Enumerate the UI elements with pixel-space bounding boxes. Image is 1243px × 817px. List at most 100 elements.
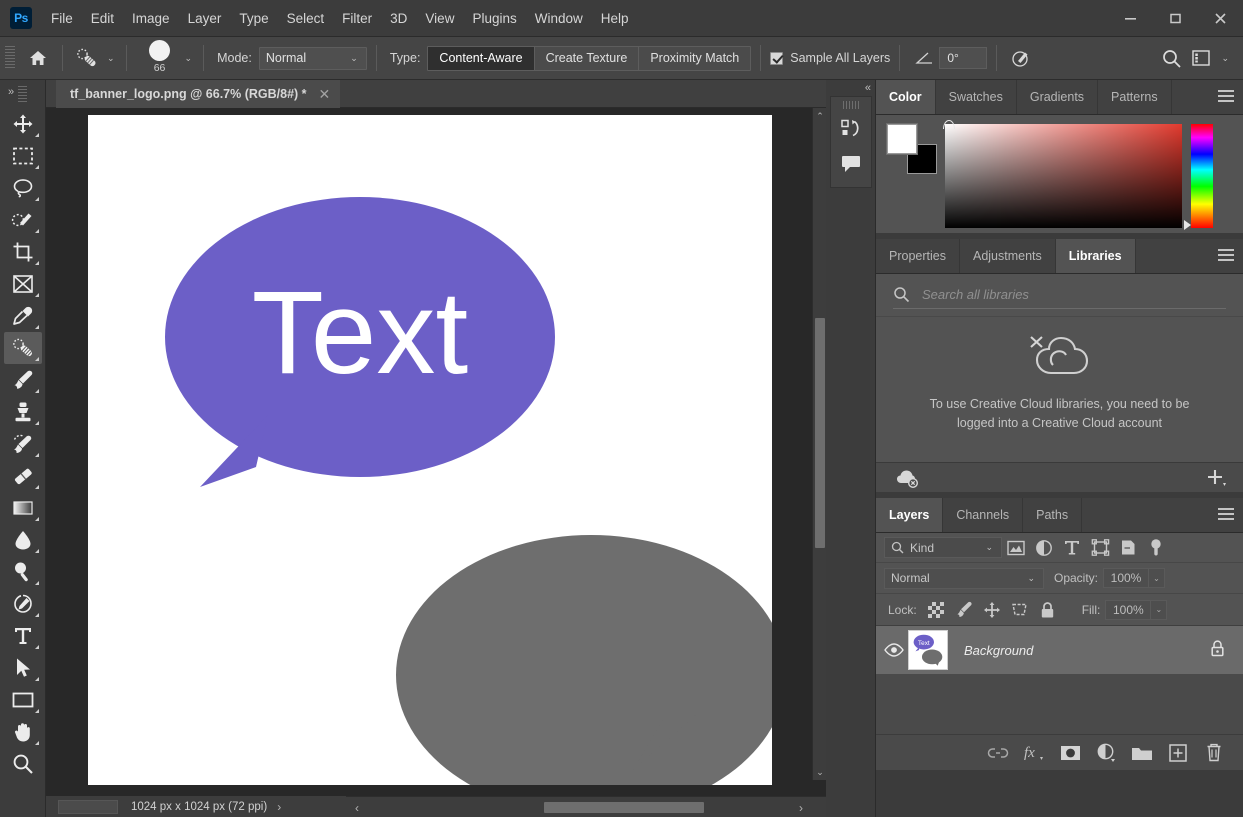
pressure-size-icon[interactable] (1006, 44, 1036, 72)
table-row[interactable]: Text Background (876, 626, 1243, 674)
libraries-search-field[interactable]: Search all libraries (893, 281, 1226, 309)
horizontal-scroll-track[interactable] (366, 797, 792, 817)
tab-channels[interactable]: Channels (943, 498, 1024, 532)
scroll-left-icon[interactable]: ‹ (348, 797, 366, 817)
double-chevron-icon[interactable]: « (865, 82, 871, 94)
foreground-color-swatch[interactable] (886, 123, 918, 155)
history-panel-button[interactable] (833, 113, 869, 145)
lock-all-icon[interactable] (1034, 597, 1062, 623)
add-icon[interactable] (1206, 468, 1228, 488)
spot-healing-brush-tool[interactable] (3, 332, 42, 364)
menu-layer[interactable]: Layer (179, 7, 231, 30)
horizontal-scroll-thumb[interactable] (544, 802, 704, 813)
dodge-tool[interactable] (4, 556, 42, 588)
chevron-down-icon[interactable]: ⌄ (107, 53, 115, 64)
lock-image-pixels-icon[interactable] (950, 597, 978, 623)
blur-tool[interactable] (4, 524, 42, 556)
hand-tool[interactable] (4, 716, 42, 748)
tab-layers[interactable]: Layers (876, 498, 944, 532)
status-expand-chevron-icon[interactable]: › (277, 800, 281, 814)
tab-paths[interactable]: Paths (1023, 498, 1083, 532)
scroll-right-icon[interactable]: › (792, 797, 810, 817)
panel-menu-icon[interactable] (1218, 249, 1234, 264)
lock-artboard-icon[interactable] (1006, 597, 1034, 623)
comments-panel-button[interactable] (833, 147, 869, 179)
menu-window[interactable]: Window (526, 7, 592, 30)
opacity-value[interactable]: 100% (1103, 568, 1150, 588)
menu-help[interactable]: Help (592, 7, 638, 30)
smart-object-filter-icon[interactable] (1114, 535, 1142, 561)
home-icon[interactable] (23, 43, 53, 73)
layers-list[interactable]: Text Background (876, 626, 1243, 734)
maximize-button[interactable] (1153, 0, 1198, 37)
brush-preset-picker[interactable]: 66 (140, 40, 180, 74)
adjustment-filter-icon[interactable] (1030, 535, 1058, 561)
menu-filter[interactable]: Filter (333, 7, 381, 30)
type-content-aware-button[interactable]: Content-Aware (428, 46, 535, 70)
layer-thumbnail[interactable]: Text (908, 630, 948, 670)
options-bar-grip[interactable] (5, 46, 15, 70)
blend-mode-select[interactable]: Normal ⌄ (258, 46, 367, 70)
vertical-scroll-thumb[interactable] (815, 318, 825, 548)
new-group-icon[interactable] (1131, 742, 1153, 764)
filter-toggle-icon[interactable] (1142, 535, 1170, 561)
zoom-level-field[interactable] (58, 799, 118, 814)
tab-color[interactable]: Color (876, 80, 936, 114)
delete-layer-icon[interactable] (1203, 742, 1225, 764)
tab-adjustments[interactable]: Adjustments (959, 239, 1056, 273)
color-spectrum-field[interactable] (943, 120, 1182, 228)
pen-tool[interactable] (4, 588, 42, 620)
menu-type[interactable]: Type (230, 7, 277, 30)
shape-filter-icon[interactable] (1086, 535, 1114, 561)
lasso-tool[interactable] (4, 172, 42, 204)
hue-slider[interactable] (1184, 124, 1213, 230)
clone-stamp-tool[interactable] (4, 396, 42, 428)
layer-name[interactable]: Background (964, 643, 1210, 658)
object-selection-tool[interactable] (4, 204, 42, 236)
close-icon[interactable]: ✕ (319, 86, 331, 103)
path-selection-tool[interactable] (4, 652, 42, 684)
crop-tool[interactable] (4, 236, 42, 268)
adjustment-layer-icon[interactable] (1095, 742, 1117, 764)
menu-select[interactable]: Select (278, 7, 334, 30)
layer-style-fx-icon[interactable]: fx (1023, 742, 1045, 764)
toolbar-expand-chevron-icon[interactable]: » (8, 86, 14, 98)
workspace-chevron-down-icon[interactable]: ⌄ (1221, 53, 1229, 64)
type-tool[interactable] (4, 620, 42, 652)
type-create-texture-button[interactable]: Create Texture (534, 46, 640, 70)
type-proximity-match-button[interactable]: Proximity Match (639, 46, 751, 70)
menu-plugins[interactable]: Plugins (463, 7, 525, 30)
tab-properties[interactable]: Properties (876, 239, 960, 273)
menu-file[interactable]: File (42, 7, 82, 30)
toolbar-grip[interactable] (18, 86, 27, 104)
cloud-offline-icon[interactable] (896, 468, 920, 488)
brush-chevron-down-icon[interactable]: ⌄ (185, 53, 193, 64)
menu-image[interactable]: Image (123, 7, 179, 30)
layer-filter-kind-select[interactable]: Kind ⌄ (884, 537, 1002, 558)
tab-gradients[interactable]: Gradients (1016, 80, 1099, 114)
workspace-switcher-icon[interactable] (1186, 44, 1216, 72)
layer-blend-mode-select[interactable]: Normal ⌄ (884, 567, 1044, 589)
panel-menu-icon[interactable] (1218, 90, 1234, 105)
menu-view[interactable]: View (416, 7, 463, 30)
tab-patterns[interactable]: Patterns (1098, 80, 1172, 114)
layer-mask-icon[interactable] (1059, 742, 1081, 764)
zoom-tool[interactable] (4, 748, 42, 780)
close-button[interactable] (1198, 0, 1243, 37)
new-layer-icon[interactable] (1167, 742, 1189, 764)
minimize-button[interactable] (1108, 0, 1153, 37)
opacity-chevron-down-icon[interactable]: ⌄ (1149, 568, 1166, 588)
lock-transparent-pixels-icon[interactable] (922, 597, 950, 623)
document-canvas[interactable]: Text (88, 115, 772, 785)
lock-position-icon[interactable] (978, 597, 1006, 623)
tab-swatches[interactable]: Swatches (935, 80, 1017, 114)
foreground-background-swatches[interactable] (886, 123, 941, 174)
rectangle-tool[interactable] (4, 684, 42, 716)
pixel-filter-icon[interactable] (1002, 535, 1030, 561)
rectangular-marquee-tool[interactable] (4, 140, 42, 172)
layer-visibility-toggle[interactable] (880, 643, 908, 657)
tool-preset-picker[interactable]: ⌄ (72, 45, 117, 71)
angle-input[interactable]: 0° (939, 47, 988, 69)
link-layers-icon[interactable] (987, 742, 1009, 764)
gradient-tool[interactable] (4, 492, 42, 524)
